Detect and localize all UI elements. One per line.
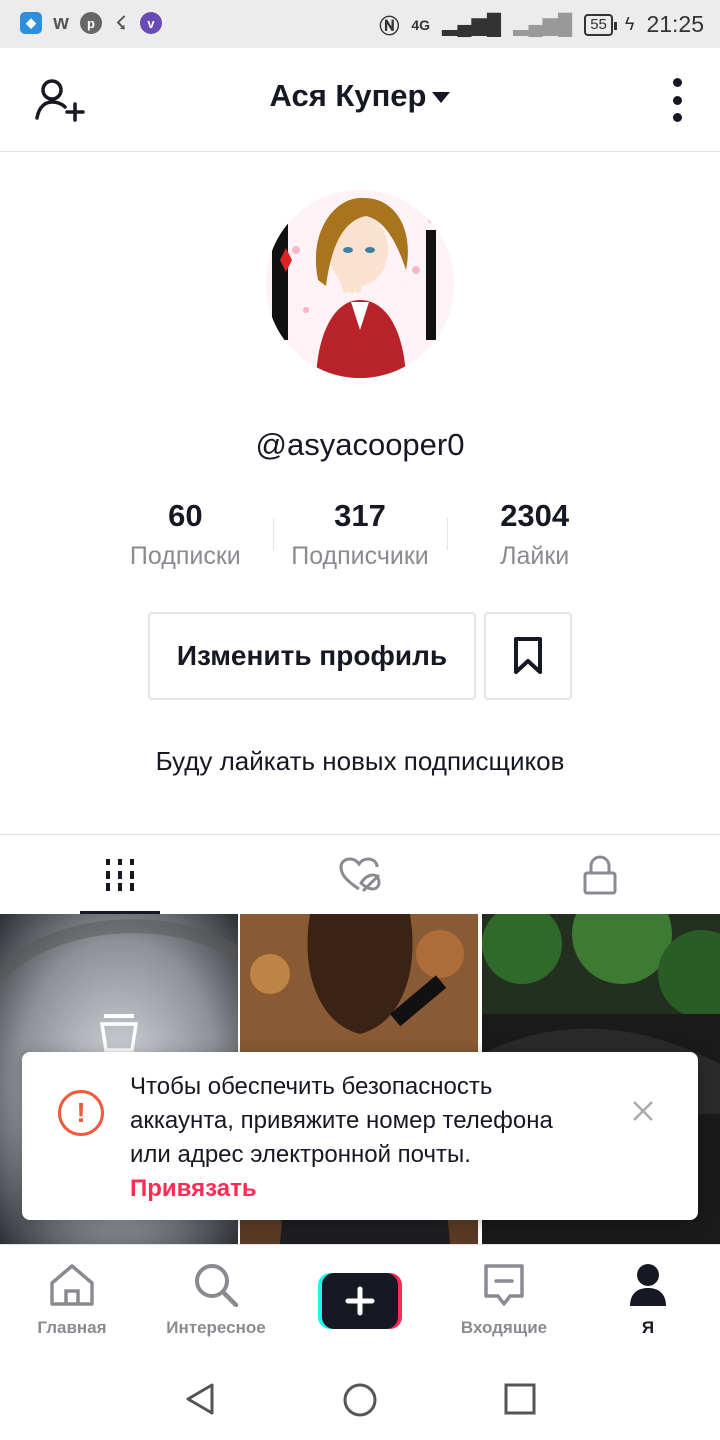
nav-label: Интересное bbox=[166, 1318, 266, 1337]
avatar[interactable] bbox=[266, 190, 454, 378]
home-icon bbox=[50, 1264, 94, 1306]
profile-icon bbox=[630, 1264, 666, 1306]
favorites-button[interactable] bbox=[484, 612, 572, 700]
search-icon bbox=[195, 1264, 239, 1308]
viber-icon: v bbox=[140, 12, 162, 34]
account-switcher[interactable]: Ася Купер bbox=[0, 78, 720, 114]
shield-app-icon: ◆ bbox=[20, 12, 42, 34]
edit-profile-button[interactable]: Изменить профиль bbox=[148, 612, 476, 700]
link-account-button[interactable]: Привязать bbox=[130, 1175, 257, 1202]
missed-call-icon: ☇ bbox=[115, 12, 127, 33]
signal-icon: ▂▄▆█ bbox=[442, 14, 502, 36]
grid-icon bbox=[106, 858, 134, 891]
lock-icon bbox=[583, 854, 617, 894]
stat-following[interactable]: 60 Подписки bbox=[98, 498, 273, 578]
tab-liked[interactable] bbox=[240, 835, 480, 914]
bookmark-icon bbox=[514, 637, 542, 674]
tab-videos[interactable] bbox=[0, 835, 240, 914]
warning-icon: ! bbox=[58, 1090, 104, 1136]
screen: ◆ w p ☇ v Ⓝ 4G ▂▄▆█ ▂▄▆█ 55 ϟ 21:25 Ася … bbox=[0, 0, 720, 1440]
nav-inbox[interactable]: Входящие bbox=[434, 1263, 574, 1338]
page-title: Ася Купер bbox=[269, 78, 427, 113]
profile-header: Ася Купер bbox=[0, 48, 720, 152]
content-tabs bbox=[0, 834, 720, 914]
network-type: 4G bbox=[411, 16, 430, 33]
profile-stats: 60 Подписки 317 Подписчики 2304 Лайки bbox=[98, 498, 622, 578]
back-icon[interactable] bbox=[184, 1382, 216, 1416]
notification-icons: ◆ w p ☇ v bbox=[20, 12, 162, 34]
signal-icon-2: ▂▄▆█ bbox=[513, 14, 573, 36]
nav-discover[interactable]: Интересное bbox=[146, 1263, 286, 1338]
close-icon[interactable] bbox=[628, 1096, 658, 1126]
stat-likes[interactable]: 2304 Лайки bbox=[447, 498, 622, 578]
system-status: Ⓝ 4G ▂▄▆█ ▂▄▆█ 55 ϟ 21:25 bbox=[379, 10, 704, 39]
stat-value: 60 bbox=[168, 498, 203, 533]
nav-profile[interactable]: Я bbox=[578, 1263, 718, 1338]
nav-label: Входящие bbox=[460, 1318, 548, 1337]
username: @asyacooper0 bbox=[255, 427, 465, 462]
system-navigation-bar bbox=[0, 1354, 720, 1440]
bottom-navigation: Главная Интересное Входящие Я bbox=[0, 1244, 720, 1354]
create-video-button[interactable] bbox=[318, 1273, 402, 1329]
toast-message: Чтобы обеспечить безопасность аккаунта, … bbox=[130, 1070, 590, 1206]
recents-icon[interactable] bbox=[504, 1383, 536, 1415]
pinterest-icon: p bbox=[80, 12, 102, 34]
stat-followers[interactable]: 317 Подписчики bbox=[272, 498, 448, 578]
toast-message-text: Чтобы обеспечить безопасность аккаунта, … bbox=[130, 1073, 553, 1168]
battery-icon: 55 bbox=[584, 13, 617, 36]
status-bar: ◆ w p ☇ v Ⓝ 4G ▂▄▆█ ▂▄▆█ 55 ϟ 21:25 bbox=[0, 0, 720, 48]
stat-label: Лайки bbox=[500, 542, 570, 570]
stat-value: 317 bbox=[334, 498, 386, 533]
stat-label: Подписчики bbox=[291, 542, 429, 570]
nav-label: Я bbox=[641, 1318, 655, 1337]
nfc-icon: Ⓝ bbox=[379, 16, 400, 38]
charging-icon: ϟ bbox=[624, 14, 635, 34]
security-toast: ! Чтобы обеспечить безопасность аккаунта… bbox=[22, 1052, 698, 1220]
home-button-icon[interactable] bbox=[342, 1382, 378, 1418]
bio-text: Буду лайкать новых подписщиков bbox=[155, 746, 565, 776]
more-options-button[interactable] bbox=[670, 78, 684, 122]
stat-value: 2304 bbox=[500, 498, 570, 533]
tab-private[interactable] bbox=[480, 835, 720, 914]
w-app-icon: w bbox=[53, 11, 69, 34]
inbox-icon bbox=[484, 1264, 524, 1306]
nav-label: Главная bbox=[37, 1318, 107, 1337]
avatar-image bbox=[266, 190, 454, 378]
clock: 21:25 bbox=[646, 11, 704, 37]
draft-icon bbox=[99, 1014, 139, 1052]
nav-home[interactable]: Главная bbox=[2, 1263, 142, 1338]
caret-down-icon bbox=[432, 92, 451, 104]
hidden-likes-icon bbox=[339, 856, 381, 892]
stat-label: Подписки bbox=[129, 542, 241, 570]
